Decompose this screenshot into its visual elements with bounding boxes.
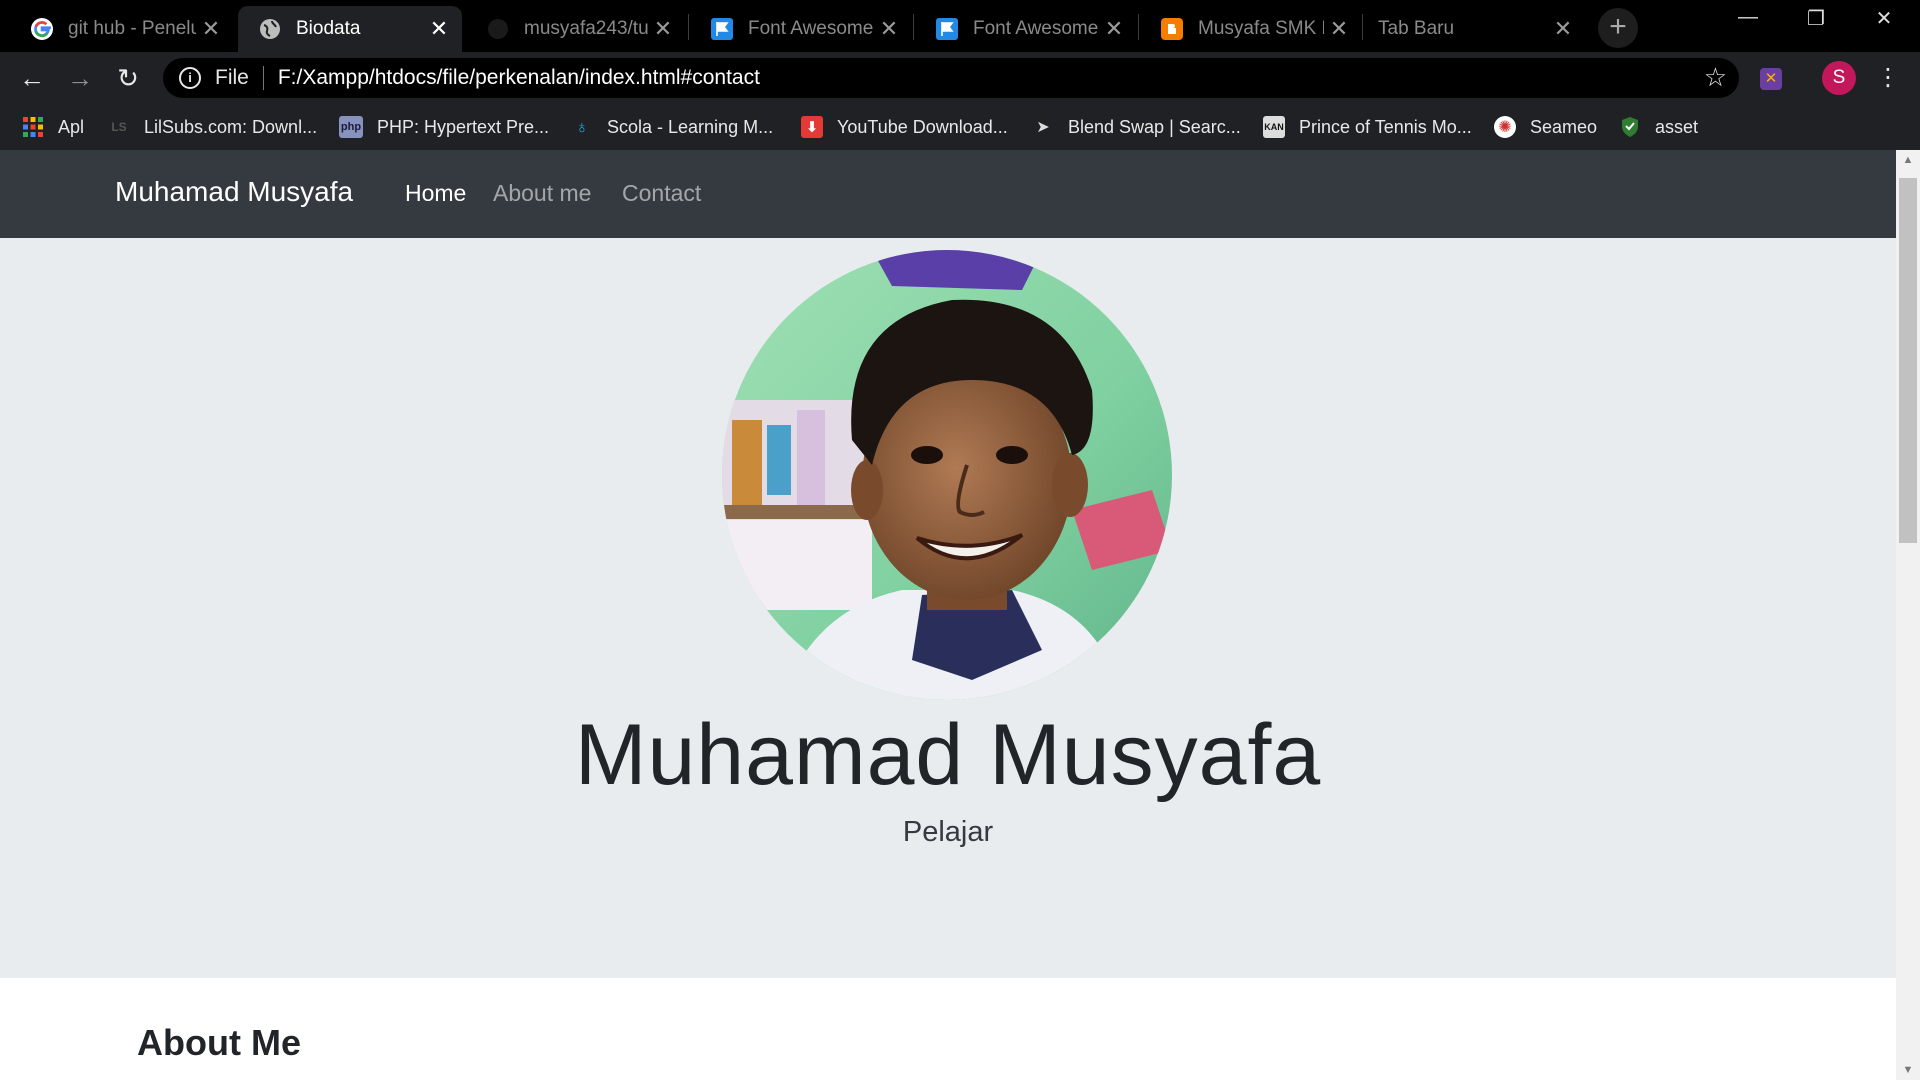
tab-divider [688, 14, 689, 40]
navbar-brand[interactable]: Muhamad Musyafa [115, 176, 353, 208]
bookmark-asset[interactable]: asset [1619, 114, 1698, 140]
tab-title: Biodata [296, 18, 361, 39]
address-bar[interactable]: i File F:/Xampp/htdocs/file/perkenalan/i… [163, 58, 1739, 98]
bookmark-label: Seameo [1530, 116, 1598, 137]
profile-photo [722, 250, 1172, 700]
hero-role: Pelajar [902, 816, 994, 848]
scroll-down-arrow-icon[interactable]: ▼ [1896, 1060, 1920, 1080]
tab-blogger[interactable]: Musyafa SMK N ✕ [1140, 6, 1362, 52]
tab-font-awesome-2[interactable]: Font Awesome ✕ [915, 6, 1137, 52]
bookmark-scola[interactable]: ♁ Scola - Learning M... [571, 114, 773, 140]
bookmark-label: PHP: Hypertext Pre... [377, 116, 550, 137]
forward-button[interactable]: → [62, 60, 98, 96]
site-navbar: Muhamad Musyafa Home About me Contact [0, 150, 1896, 238]
profile-avatar[interactable]: S [1822, 61, 1856, 95]
download-icon: ⬇ [801, 116, 823, 138]
bookmark-star-icon[interactable]: ☆ [1704, 62, 1727, 93]
nav-link-home[interactable]: Home [405, 180, 466, 207]
tab-title: Musyafa SMK N [1198, 18, 1324, 39]
globe-icon [258, 17, 282, 41]
blendswap-icon: ➤ [1036, 119, 1050, 136]
close-icon[interactable]: ✕ [196, 16, 226, 42]
browser-toolbar: ← → ↻ i File F:/Xampp/htdocs/file/perken… [0, 52, 1920, 104]
shield-icon [1619, 116, 1641, 138]
bookmark-blendswap[interactable]: ➤ Blend Swap | Searc... [1032, 114, 1241, 140]
bookmark-prince-of-tennis[interactable]: KAN Prince of Tennis Mo... [1263, 114, 1472, 140]
bookmark-label: Apl [58, 116, 85, 137]
close-icon[interactable]: ✕ [648, 16, 678, 42]
close-icon[interactable]: ✕ [1548, 16, 1578, 42]
bookmark-seameo[interactable]: ✺ Seameo [1494, 114, 1597, 140]
close-icon[interactable]: ✕ [1099, 16, 1129, 42]
bookmark-php[interactable]: php PHP: Hypertext Pre... [339, 114, 549, 140]
tab-strip: git hub - Penelu ✕ Biodata ✕ musyafa243/… [0, 0, 1920, 52]
tab-divider [913, 14, 914, 40]
scrollbar-thumb[interactable] [1899, 178, 1917, 543]
hero-name: Muhamad Musyafa [574, 707, 1322, 803]
bookmark-apps[interactable]: Apl [22, 114, 84, 140]
lilsubs-icon: LS [111, 120, 127, 134]
bookmark-label: Blend Swap | Searc... [1068, 116, 1241, 137]
tab-biodata[interactable]: Biodata ✕ [238, 6, 462, 52]
bookmark-youtube-downloader[interactable]: ⬇ YouTube Download... [801, 114, 1008, 140]
new-tab-button[interactable]: + [1598, 8, 1638, 48]
close-icon[interactable]: ✕ [874, 16, 904, 42]
bookmark-label: Scola - Learning M... [607, 116, 774, 137]
flag-icon [710, 17, 734, 41]
apps-grid-icon [22, 116, 44, 138]
blogger-icon [1160, 17, 1184, 41]
menu-icon[interactable]: ⋮ [1876, 61, 1900, 95]
nav-link-contact[interactable]: Contact [622, 180, 701, 207]
bookmark-label: asset [1655, 116, 1699, 137]
close-window-button[interactable]: ✕ [1854, 6, 1914, 38]
url-scheme: File [215, 66, 249, 89]
page-scrollbar[interactable]: ▲ ▼ [1896, 150, 1920, 1080]
back-button[interactable]: ← [14, 60, 50, 96]
tab-github-search[interactable]: git hub - Penelu ✕ [10, 6, 234, 52]
close-icon[interactable]: ✕ [1324, 16, 1354, 42]
seameo-icon: ✺ [1494, 116, 1516, 138]
scroll-up-arrow-icon[interactable]: ▲ [1896, 150, 1920, 170]
bookmark-label: Prince of Tennis Mo... [1299, 116, 1472, 137]
kan-icon: KAN [1263, 116, 1285, 138]
tab-title: Font Awesome [973, 18, 1099, 39]
minimize-button[interactable]: — [1718, 6, 1778, 38]
tab-github-repo[interactable]: musyafa243/tug ✕ [466, 6, 686, 52]
page-viewport: Muhamad Musyafa Home About me Contact Mu… [0, 150, 1896, 1080]
scola-icon: ♁ [575, 116, 589, 137]
bookmark-lilsubs[interactable]: LS LilSubs.com: Downl... [108, 114, 317, 140]
url-text[interactable]: F:/Xampp/htdocs/file/perkenalan/index.ht… [278, 66, 760, 90]
tab-divider [1138, 14, 1139, 40]
bookmark-label: LilSubs.com: Downl... [144, 116, 318, 137]
about-title: About Me [137, 1022, 301, 1063]
reload-button[interactable]: ↻ [110, 60, 146, 96]
restore-button[interactable]: ❐ [1786, 6, 1846, 38]
extension-icon[interactable]: ✕ [1760, 68, 1782, 90]
about-section: About Me [0, 978, 1896, 1080]
tab-font-awesome-1[interactable]: Font Awesome ✕ [690, 6, 912, 52]
bookmark-label: YouTube Download... [837, 116, 1008, 137]
github-icon [486, 17, 510, 41]
bookmarks-bar: Apl LS LilSubs.com: Downl... php PHP: Hy… [0, 104, 1920, 150]
close-icon[interactable]: ✕ [424, 16, 454, 42]
tab-title: musyafa243/tug [524, 18, 648, 39]
php-icon: php [339, 116, 363, 138]
address-divider [262, 66, 264, 90]
tab-title: Font Awesome [748, 18, 874, 39]
tab-new-tab[interactable]: Tab Baru ✕ [1362, 6, 1586, 52]
flag-icon [935, 17, 959, 41]
hero-section: Muhamad Musyafa Pelajar [0, 238, 1896, 978]
tab-title: Tab Baru [1378, 18, 1455, 39]
info-icon[interactable]: i [179, 67, 201, 89]
google-icon [30, 17, 54, 41]
nav-link-about[interactable]: About me [493, 180, 591, 207]
tab-title: git hub - Penelu [68, 18, 196, 39]
